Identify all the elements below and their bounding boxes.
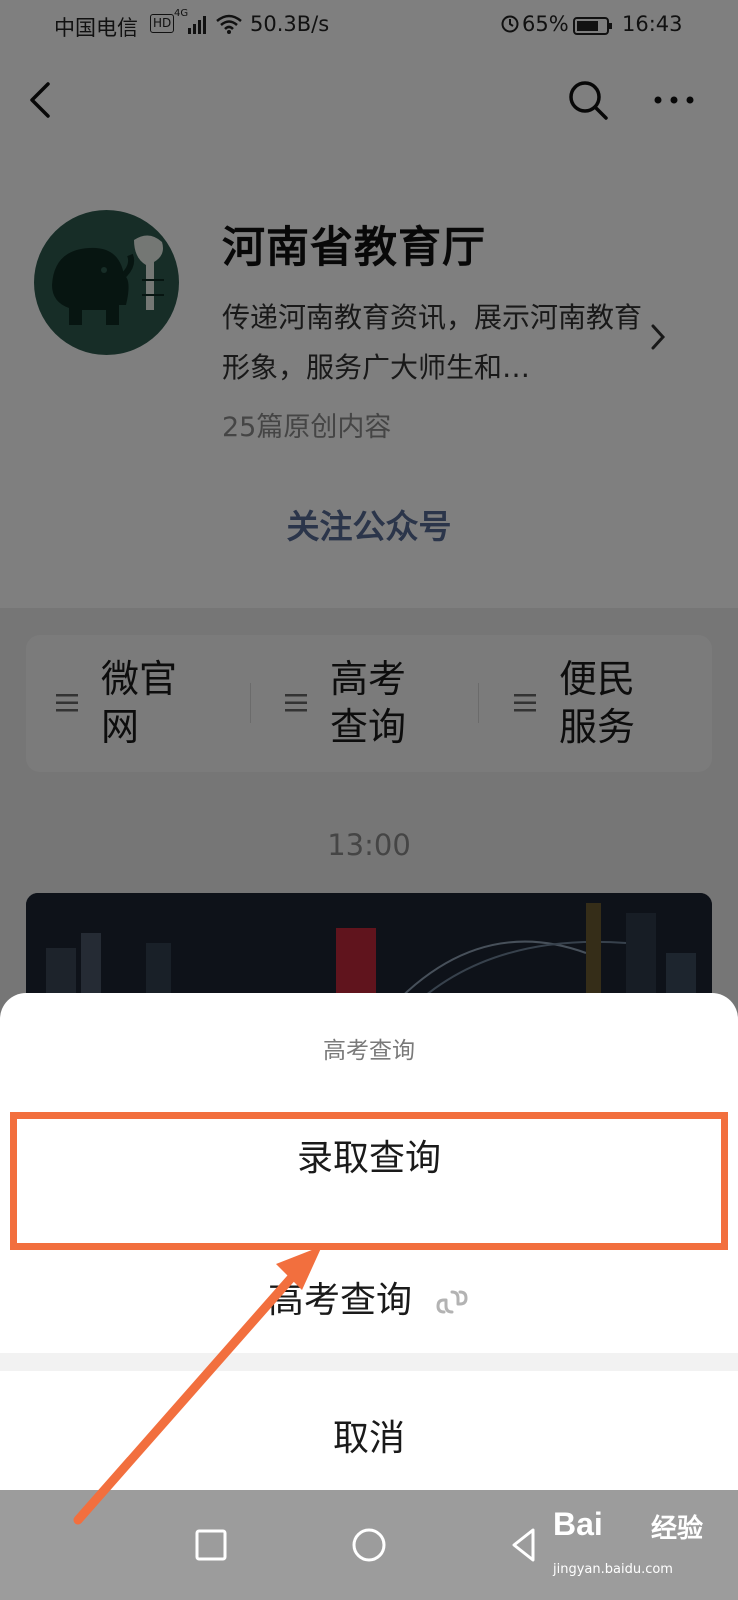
- action-sheet-title: 高考查询: [323, 1038, 415, 1064]
- highlight-annotation: [10, 1112, 728, 1250]
- option-label: 高考查询: [267, 1280, 412, 1321]
- watermark-logo: Bai: [553, 1506, 603, 1542]
- circle-nav-icon[interactable]: [344, 1520, 394, 1570]
- triangle-nav-icon[interactable]: [500, 1520, 550, 1570]
- sheet-separator: [0, 1353, 738, 1371]
- baidu-jingyan-watermark: Bai 经验 jingyan.baidu.com: [553, 1500, 733, 1596]
- gaokao-query-option[interactable]: 高考查询: [0, 1271, 738, 1323]
- watermark-url: jingyan.baidu.com: [553, 1562, 673, 1577]
- wechat-official-account-page: 中国电信 HD 4G 50.3B/s 65% 16:43: [0, 0, 738, 1600]
- cancel-button[interactable]: 取消: [0, 1409, 738, 1461]
- square-nav-icon[interactable]: [186, 1520, 236, 1570]
- watermark-brand: 经验: [651, 1514, 704, 1544]
- mini-program-icon: [434, 1282, 470, 1322]
